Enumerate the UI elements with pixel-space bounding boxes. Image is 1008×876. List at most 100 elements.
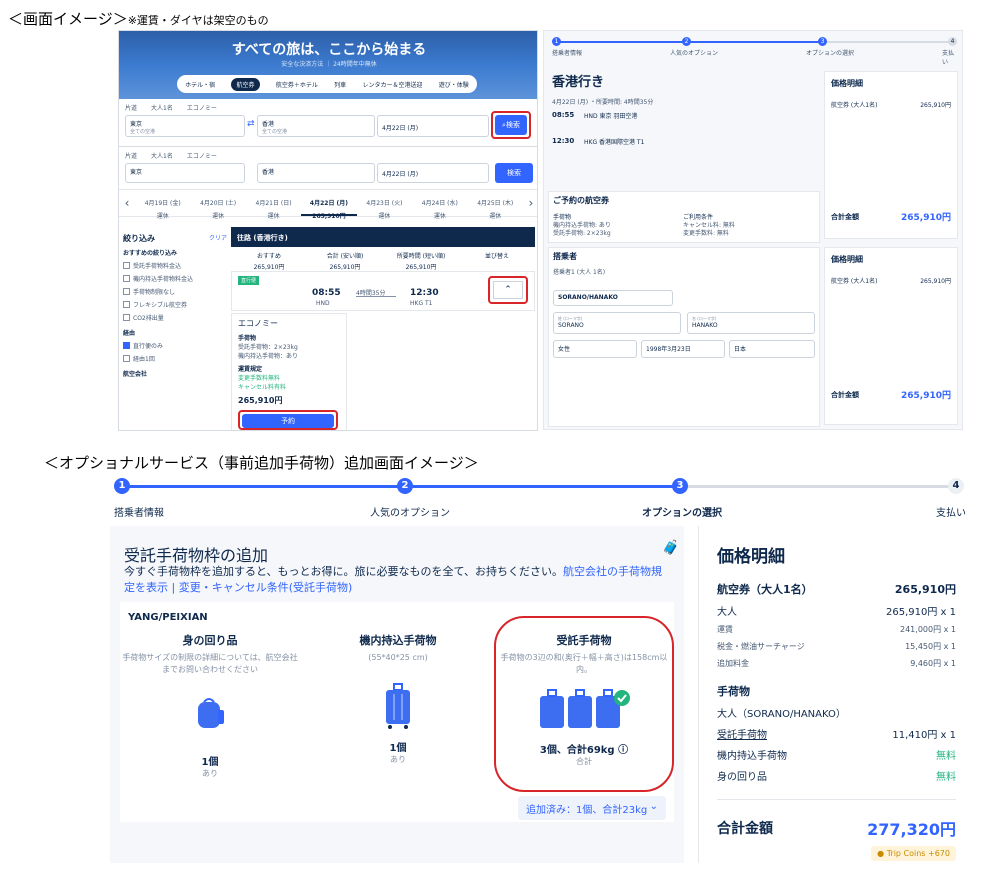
added-bag-dropdown[interactable]: 追加済み：1個、合計23kg ⌄ <box>518 796 666 820</box>
date-tab[interactable]: 4月20日 (土) 運休 <box>190 190 245 220</box>
price-fare-row[interactable]: 航空券（大人1名） 265,910円 <box>717 581 956 597</box>
suitcase-icon <box>386 683 410 729</box>
checkbox[interactable] <box>123 275 130 282</box>
filter-item[interactable]: 手荷物制限なし <box>123 287 227 296</box>
chevron-up-icon[interactable]: ⌃ <box>493 281 523 299</box>
checkbox[interactable] <box>123 314 130 321</box>
nav-train[interactable]: 列車 <box>334 80 346 89</box>
stop-item[interactable]: 直行便のみ <box>123 341 227 350</box>
price-checked-row: 受託手荷物 11,410円 x 1 <box>717 726 956 741</box>
filter-sidebar: 絞り込み クリア おすすめの絞り込み 受託手荷物料金込 機内持込手荷物料金込 手荷… <box>123 227 227 382</box>
filter-item[interactable]: CO2排出量 <box>123 313 227 322</box>
date-tab-price: 運休 <box>489 213 502 220</box>
added-bag-label: 追加済み：1個、合計23kg <box>526 805 648 816</box>
from-field[interactable]: 東京 全ての空港 <box>125 115 245 137</box>
gender-select[interactable]: 女性 <box>553 340 637 358</box>
saved-passenger-select[interactable]: SORANO/HANAKO <box>553 290 673 306</box>
flight-card[interactable]: 直行便 08:55 HND 4時間35分 12:30 HKG T1 ⌃ <box>231 271 535 311</box>
price-base-value: 241,000円 x 1 <box>900 625 956 634</box>
date-tab[interactable]: 4月24日 (水) 運休 <box>412 190 467 220</box>
sort-tab[interactable]: 並び替え <box>459 247 535 269</box>
bag-col-desc: (55*40*25 cm) <box>368 653 428 662</box>
chevron-right-icon[interactable]: › <box>523 190 537 216</box>
date-tab[interactable]: 4月19日 (金) 運休 <box>135 190 190 220</box>
divider <box>717 799 956 800</box>
results-search-button[interactable]: 検索 <box>495 163 533 183</box>
step-label: 人気のオプション <box>670 50 719 57</box>
results-options: 片道 大人1名 エコノミー <box>125 151 217 160</box>
pax-select[interactable]: 大人1名 <box>151 103 173 112</box>
date-tab[interactable]: 4月21日 (日) 運休 <box>246 190 301 220</box>
sort-tab-price: 265,910円 <box>253 264 285 271</box>
chevron-left-icon[interactable]: ‹ <box>119 190 135 216</box>
booking-dep: HND 東京 羽田空港 <box>584 113 638 120</box>
date-tab-selected[interactable]: 4月22日 (月) 265,910円 <box>301 190 357 220</box>
filter-item[interactable]: 機内持込手荷物料金込 <box>123 274 227 283</box>
checkbox[interactable] <box>123 342 130 349</box>
filter-item[interactable]: 受託手荷物料金込 <box>123 261 227 270</box>
stop-item[interactable]: 経由1回 <box>123 354 227 363</box>
sort-tab[interactable]: 合計 (安い順) 265,910円 <box>307 247 383 271</box>
date-field[interactable]: 4月22日 (月) <box>377 115 489 137</box>
passenger-title: 搭乗者 <box>553 252 577 261</box>
filter-label: CO2排出量 <box>133 315 164 322</box>
fare-rule1: 変更手数料無料 <box>238 375 281 382</box>
results-from[interactable]: 東京 <box>125 163 245 183</box>
checkbox[interactable] <box>123 355 130 362</box>
checkbox[interactable] <box>123 301 130 308</box>
nav-hotel[interactable]: ホテル・宿 <box>185 80 215 89</box>
nav-flight[interactable]: 航空券 <box>231 77 260 91</box>
results-pax[interactable]: 大人1名 <box>151 151 173 160</box>
sort-tabs: おすすめ 265,910円 合計 (安い順) 265,910円 所要時間 (短い順)… <box>231 247 535 271</box>
sort-tab[interactable]: おすすめ 265,910円 <box>231 247 307 271</box>
bag-col-qty: 3個、合計69kg <box>539 745 615 756</box>
given-input[interactable]: 名 (ローマ字) HANAKO <box>687 312 815 334</box>
info-icon[interactable]: ⓘ <box>618 745 628 756</box>
hero-title: すべての旅は、ここから始まる <box>231 42 427 58</box>
nav-activity[interactable]: 遊び・体験 <box>439 80 469 89</box>
trip-type-select[interactable]: 片道 <box>125 103 137 112</box>
date-tab[interactable]: 4月25日 (木) 運休 <box>468 190 523 220</box>
luggage-icon: 🧳 <box>662 540 680 556</box>
results-trip-type[interactable]: 片道 <box>125 151 137 160</box>
date-tab-price: 運休 <box>267 213 280 220</box>
results-to[interactable]: 香港 <box>257 163 375 183</box>
sort-tab[interactable]: 所要時間 (短い順) 265,910円 <box>383 247 459 271</box>
price-bag-pax-row: 大人（SORANO/HANAKO） <box>717 705 956 720</box>
surname-input[interactable]: 姓 (ローマ字) SORANO <box>553 312 681 334</box>
book-button-label: 予約 <box>281 417 295 425</box>
from-sub: 全ての空港 <box>130 129 156 135</box>
swap-icon[interactable]: ⇄ <box>247 119 255 129</box>
dob-input[interactable]: 1998年3月23日 <box>641 340 725 358</box>
coin-icon: ● <box>877 849 885 858</box>
date-tab-day: 4月23日 (火) <box>366 200 403 207</box>
filter-clear[interactable]: クリア <box>209 233 227 244</box>
price-adult-label: 大人 <box>717 607 737 618</box>
price-personal-label: 身の回り品 <box>717 772 767 783</box>
cabin-select[interactable]: エコノミー <box>187 103 217 112</box>
checked-bag-col[interactable]: 受託手荷物 手荷物の3辺の和(奥行＋幅＋高さ)は158cm以内。 3個、合計69… <box>494 632 674 767</box>
bag-col-qty: 1個 <box>389 743 407 754</box>
step-label: 支払い <box>942 50 955 66</box>
outbound-title: 往路 (香港行き) <box>237 234 288 242</box>
nav-car[interactable]: レンタカー＆空港送迎 <box>362 80 422 89</box>
results-cabin[interactable]: エコノミー <box>187 151 217 160</box>
saved-passenger-value: SORANO/HANAKO <box>558 294 618 301</box>
fare-rule2: キャンセル料有料 <box>238 384 287 391</box>
progress-line-rest <box>822 41 950 43</box>
to-field[interactable]: 香港 全ての空港 <box>257 115 375 137</box>
baggage-desc: 今すぐ手荷物枠を追加すると、もっとお得に。旅に必要なものを全て、お持ちください。… <box>124 564 672 596</box>
fare-card: エコノミー 手荷物 受託手荷物：2×23kg 機内持込手荷物：あり 運賃規定 変… <box>231 313 347 430</box>
checkbox[interactable] <box>123 288 130 295</box>
price-fee-label: 追加料金 <box>717 659 749 668</box>
nav-flight-hotel[interactable]: 航空券＋ホテル <box>276 80 318 89</box>
nationality-select[interactable]: 日本 <box>729 340 815 358</box>
results-date[interactable]: 4月22日 (月) <box>377 163 489 183</box>
filter-item[interactable]: フレキシブル航空券 <box>123 300 227 309</box>
book-button[interactable]: 予約 <box>242 414 334 428</box>
ticket-bag2: 受託手荷物: 2×23kg <box>553 230 611 237</box>
bag-col-title: 機内持込手荷物 <box>359 634 437 647</box>
search-button[interactable]: ⌕ 検索 <box>495 115 527 135</box>
checkbox[interactable] <box>123 262 130 269</box>
date-tab[interactable]: 4月23日 (火) 運休 <box>357 190 412 220</box>
